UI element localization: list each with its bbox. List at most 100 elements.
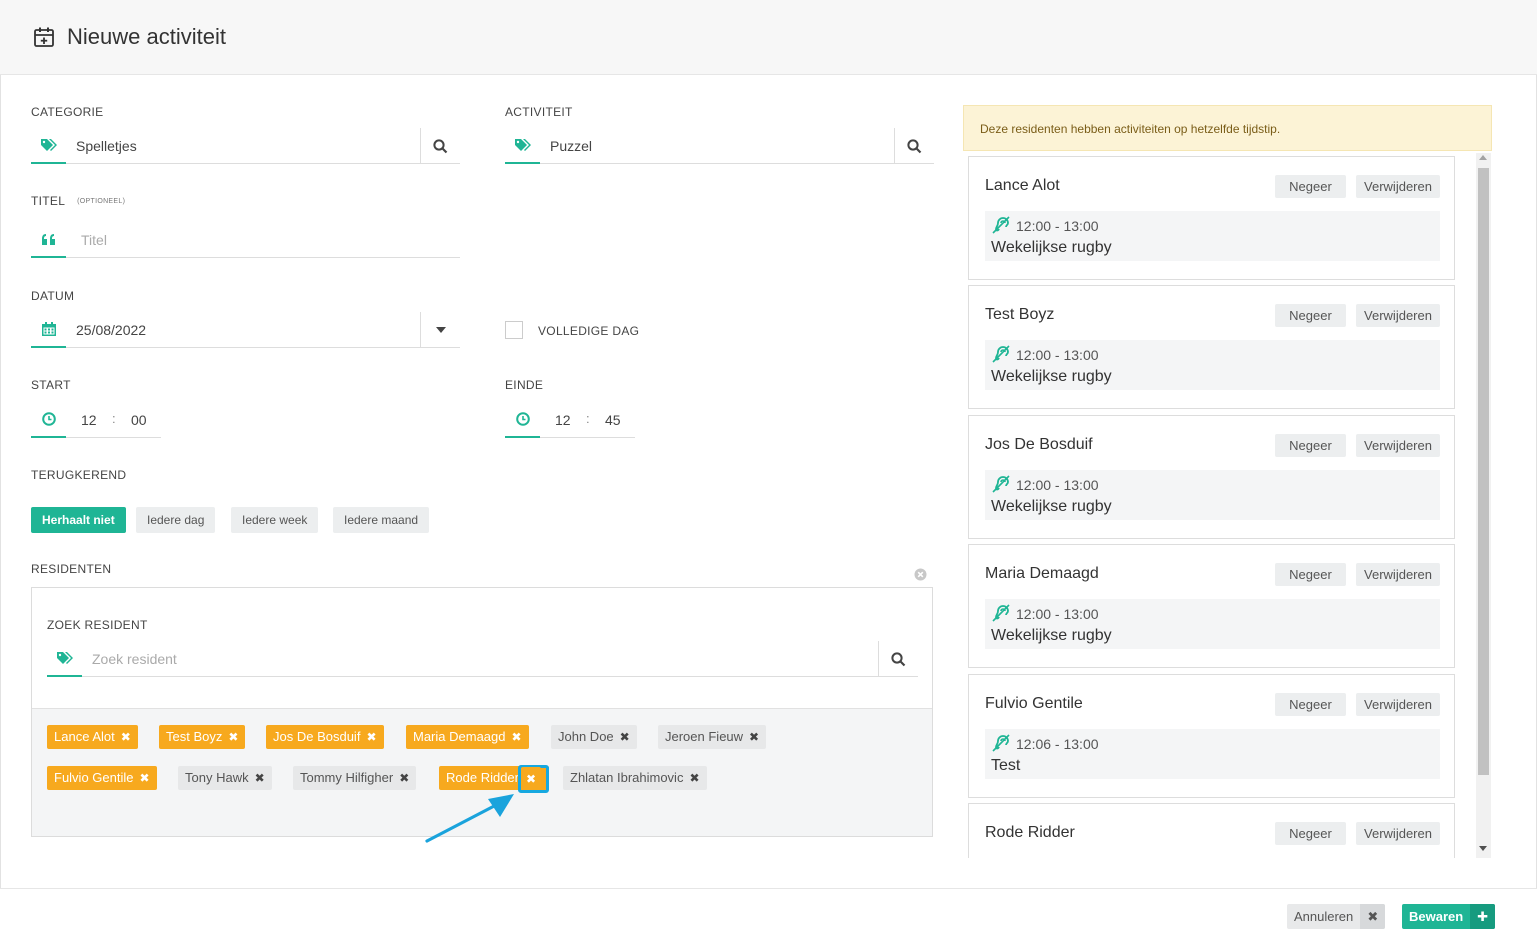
resident-tag[interactable]: Fulvio Gentile ✖ <box>47 766 157 790</box>
search-icon <box>433 138 448 153</box>
resident-tag[interactable]: Maria Demaagd ✖ <box>406 725 529 749</box>
category-search-button[interactable] <box>420 128 460 164</box>
titel-input[interactable]: Titel <box>81 232 107 248</box>
clear-residents-icon[interactable] <box>914 568 927 581</box>
resident-tag[interactable]: Jos De Bosduif ✖ <box>266 725 384 749</box>
remove-tag-icon[interactable]: ✖ <box>526 768 536 791</box>
conflict-time: 12:00 - 13:00 <box>1016 218 1099 234</box>
hearing-icon <box>992 216 1010 234</box>
resident-tag-label: Zhlatan Ibrahimovic <box>570 770 684 785</box>
plus-icon: ✚ <box>1470 904 1496 929</box>
caret-down-icon <box>435 327 446 333</box>
remove-tag-icon[interactable]: ✖ <box>512 725 522 749</box>
time-separator: : <box>586 411 590 426</box>
titel-label: TITEL (OPTIONEEL) <box>31 194 125 208</box>
recurring-label: TERUGKEREND <box>31 468 127 482</box>
end-minute-input[interactable]: 45 <box>605 412 621 428</box>
conflict-card: Jos De Bosduif Negeer Verwijderen 12:00 … <box>968 415 1455 539</box>
datum-dropdown-button[interactable] <box>420 312 460 348</box>
ignore-button[interactable]: Negeer <box>1275 175 1346 198</box>
pointer-arrow-icon <box>425 794 514 843</box>
search-icon <box>891 651 906 666</box>
datum-field[interactable]: 25/08/2022 <box>31 312 460 348</box>
resident-search-button[interactable] <box>878 641 918 677</box>
remove-button[interactable]: Verwijderen <box>1356 434 1440 457</box>
full-day-checkbox[interactable] <box>505 321 523 339</box>
start-time-field[interactable]: 12 : 00 <box>31 402 161 438</box>
resident-tag[interactable]: Jeroen Fieuw ✖ <box>658 725 767 749</box>
activity-search-button[interactable] <box>894 128 934 164</box>
resident-search-input[interactable]: Zoek resident <box>92 651 177 667</box>
conflict-card: Test Boyz Negeer Verwijderen 12:00 - 13:… <box>968 285 1455 409</box>
scroll-up-arrow-icon[interactable] <box>1479 155 1487 160</box>
start-hour-input[interactable]: 12 <box>81 412 97 428</box>
ignore-button[interactable]: Negeer <box>1275 693 1346 716</box>
end-hour-input[interactable]: 12 <box>555 412 571 428</box>
activity-value: Puzzel <box>550 138 593 154</box>
remove-tag-icon[interactable]: ✖ <box>689 766 699 790</box>
calendar-icon <box>31 312 66 348</box>
remove-tag-icon[interactable]: ✖ <box>139 766 149 790</box>
calendar-plus-icon <box>34 27 54 47</box>
remove-tag-icon[interactable]: ✖ <box>121 725 131 749</box>
remove-button[interactable]: Verwijderen <box>1356 693 1440 716</box>
titel-optional-note: (OPTIONEEL) <box>77 198 126 205</box>
end-time-field[interactable]: 12 : 45 <box>505 402 635 438</box>
ignore-button[interactable]: Negeer <box>1275 563 1346 586</box>
titel-field[interactable]: Titel <box>31 222 460 258</box>
recurring-option-monthly[interactable]: Iedere maand <box>333 507 430 533</box>
conflict-card: Maria Demaagd Negeer Verwijderen 12:00 -… <box>968 544 1455 668</box>
remove-tag-icon[interactable]: ✖ <box>255 766 265 790</box>
resident-tag[interactable]: Tony Hawk ✖ <box>178 766 272 790</box>
resident-tag[interactable]: Zhlatan Ibrahimovic ✖ <box>563 766 707 790</box>
remove-button[interactable]: Verwijderen <box>1356 822 1440 845</box>
cancel-button[interactable]: Annuleren ✖ <box>1287 904 1386 929</box>
conflict-activity: Test <box>991 757 1021 774</box>
recurring-option-daily[interactable]: Iedere dag <box>136 507 216 533</box>
time-separator: : <box>112 411 116 426</box>
remove-tag-icon[interactable]: ✖ <box>228 725 238 749</box>
recurring-option-none[interactable]: Herhaalt niet <box>31 507 126 533</box>
start-minute-input[interactable]: 00 <box>131 412 147 428</box>
remove-button[interactable]: Verwijderen <box>1356 563 1440 586</box>
category-value: Spelletjes <box>76 138 137 154</box>
conflict-detail: 12:06 - 13:00 Test <box>985 729 1440 779</box>
ignore-button[interactable]: Negeer <box>1275 304 1346 327</box>
resident-tag-label: John Doe <box>558 729 614 744</box>
ignore-button[interactable]: Negeer <box>1275 434 1346 457</box>
resident-tag-label: Maria Demaagd <box>413 729 506 744</box>
save-button[interactable]: Bewaren ✚ <box>1402 904 1496 929</box>
conflict-detail: 12:00 - 13:00 Wekelijkse rugby <box>985 340 1440 390</box>
resident-tag[interactable]: Lance Alot ✖ <box>47 725 138 749</box>
clock-icon <box>505 402 540 438</box>
scroll-down-arrow-icon[interactable] <box>1479 846 1487 851</box>
resident-tag-label: Rode Ridder <box>446 770 519 785</box>
resident-tag-label: Jeroen Fieuw <box>665 729 744 744</box>
conflict-warning-text: Deze residenten hebben activiteiten op h… <box>980 122 1281 136</box>
remove-tag-icon[interactable]: ✖ <box>749 725 759 749</box>
scrollbar-thumb[interactable] <box>1478 168 1489 775</box>
conflict-resident-name: Maria Demaagd <box>985 565 1099 582</box>
resident-tag[interactable]: Tommy Hilfigher ✖ <box>293 766 417 790</box>
recurring-option-weekly[interactable]: Iedere week <box>231 507 319 533</box>
conflict-resident-name: Lance Alot <box>985 177 1060 194</box>
activity-field[interactable]: Puzzel <box>505 128 934 164</box>
remove-tag-icon[interactable]: ✖ <box>366 725 376 749</box>
ignore-button[interactable]: Negeer <box>1275 822 1346 845</box>
remove-tag-button[interactable]: ✖ <box>521 767 542 791</box>
resident-tag-label: Fulvio Gentile <box>54 770 134 785</box>
remove-button[interactable]: Verwijderen <box>1356 175 1440 198</box>
remove-tag-icon[interactable]: ✖ <box>620 725 630 749</box>
remove-tag-icon[interactable]: ✖ <box>399 766 409 790</box>
category-field[interactable]: Spelletjes <box>31 128 460 164</box>
tags-icon <box>47 641 82 677</box>
conflict-activity: Wekelijkse rugby <box>991 239 1112 256</box>
activity-label: ACTIVITEIT <box>505 105 573 119</box>
resident-tag[interactable]: Test Boyz ✖ <box>159 725 246 749</box>
conflict-resident-name: Rode Ridder <box>985 824 1075 841</box>
resident-tag[interactable]: John Doe ✖ <box>551 725 637 749</box>
resident-search-field[interactable]: Zoek resident <box>47 641 918 677</box>
residents-label: RESIDENTEN <box>31 562 112 576</box>
remove-button[interactable]: Verwijderen <box>1356 304 1440 327</box>
hearing-icon <box>992 345 1010 363</box>
